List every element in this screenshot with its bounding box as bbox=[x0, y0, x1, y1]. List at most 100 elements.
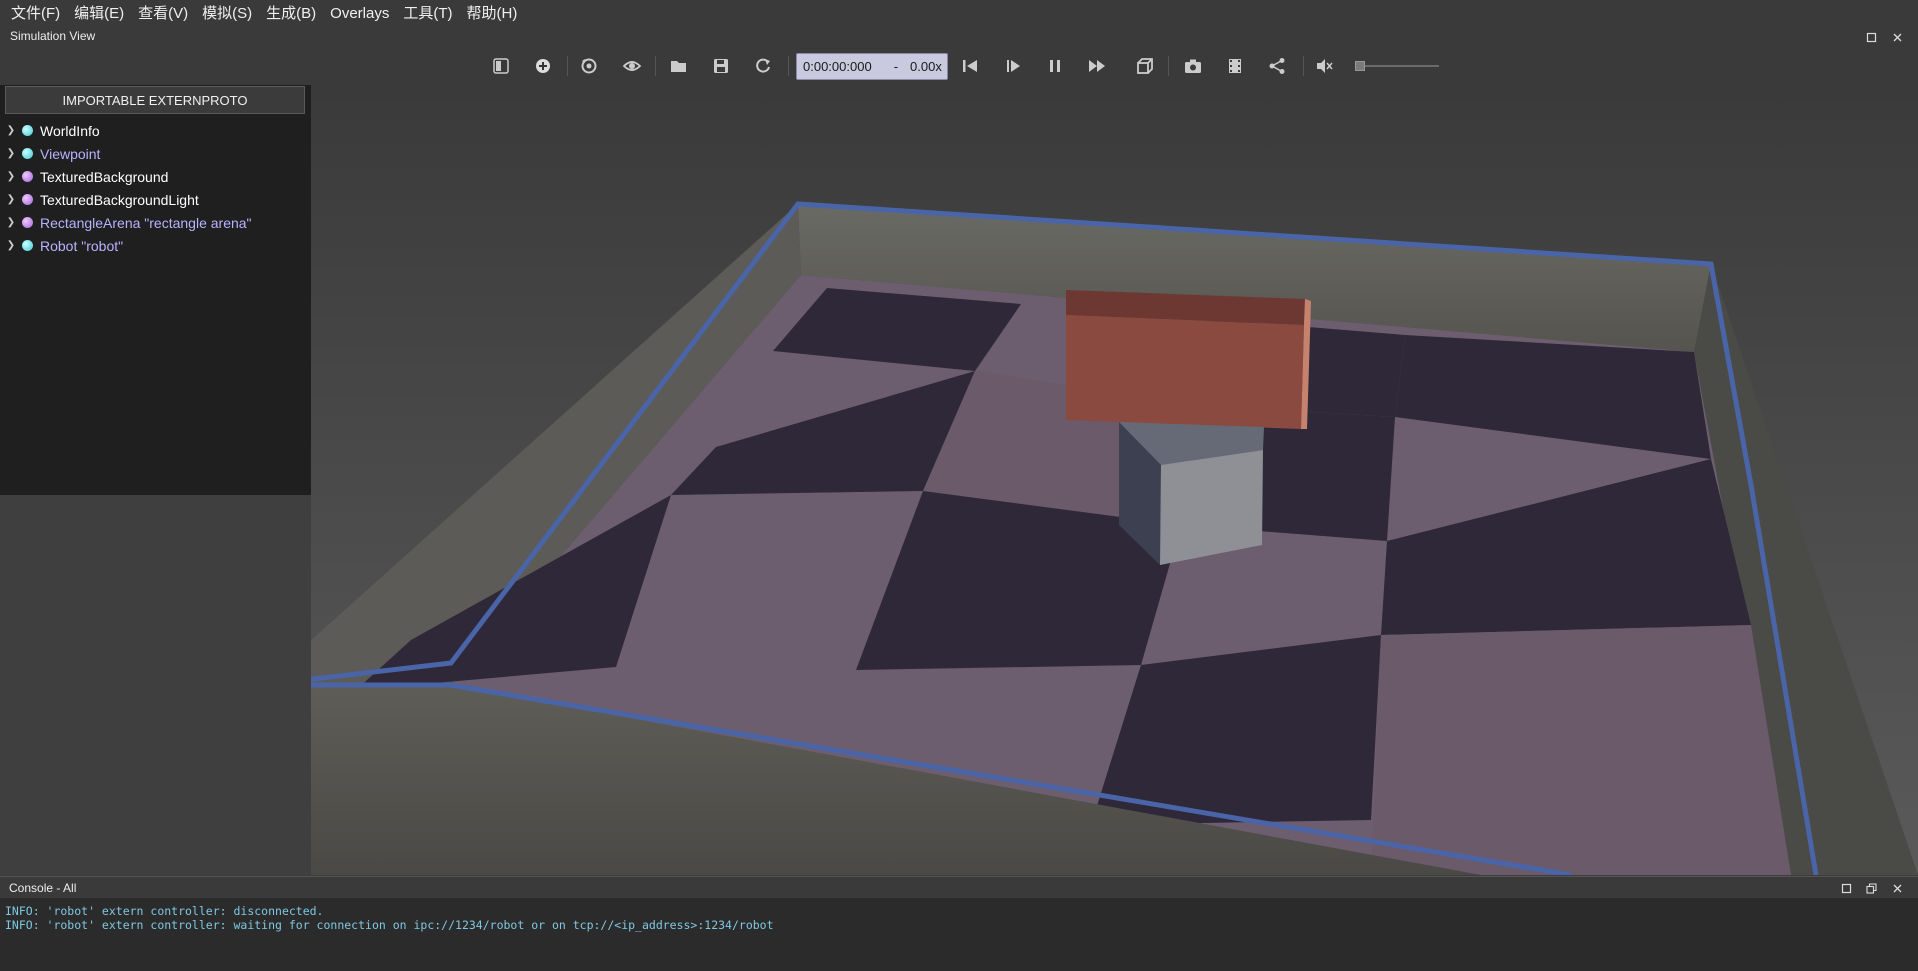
reload-world-button[interactable] bbox=[748, 52, 778, 80]
scene-tree-panel: IMPORTABLE EXTERNPROTO ❯ WorldInfo ❯ Vie… bbox=[0, 85, 311, 495]
toolbar: 0:00:00:000 - 0.00x bbox=[0, 47, 1918, 85]
simulation-view-title: Simulation View bbox=[10, 29, 96, 43]
tree-node-label: RectangleArena "rectangle arena" bbox=[40, 214, 252, 231]
expand-arrow-icon[interactable]: ❯ bbox=[0, 194, 22, 205]
empty-panel-area bbox=[0, 495, 311, 875]
close-icon bbox=[1893, 884, 1901, 892]
console-output[interactable]: INFO: 'robot' extern controller: disconn… bbox=[0, 898, 1918, 971]
cube-view-icon bbox=[1137, 58, 1153, 74]
tree-node-label: WorldInfo bbox=[40, 122, 100, 139]
console-maximize-button[interactable] bbox=[1835, 878, 1857, 898]
tree-node-robot[interactable]: ❯ Robot "robot" bbox=[0, 234, 311, 257]
open-folder-icon bbox=[671, 61, 686, 72]
scene-tree: ❯ WorldInfo ❯ Viewpoint ❯ TexturedBackgr… bbox=[0, 119, 311, 257]
console-float-button[interactable] bbox=[1860, 878, 1882, 898]
console-close-button[interactable] bbox=[1886, 878, 1908, 898]
add-node-icon bbox=[536, 59, 550, 73]
menu-view[interactable]: 查看(V) bbox=[131, 0, 195, 27]
tree-node-rectanglearena[interactable]: ❯ RectangleArena "rectangle arena" bbox=[0, 211, 311, 234]
play-step-icon bbox=[1007, 60, 1020, 72]
pause-button[interactable] bbox=[1040, 52, 1070, 80]
simulation-speed: 0.00x bbox=[910, 59, 942, 74]
reset-view-icon bbox=[581, 58, 597, 74]
pause-icon bbox=[1050, 60, 1060, 72]
console-titlebar: Console - All bbox=[0, 876, 1918, 898]
3d-scene[interactable] bbox=[311, 85, 1918, 875]
expand-arrow-icon[interactable]: ❯ bbox=[0, 240, 22, 251]
eye-icon bbox=[622, 61, 642, 71]
toolbar-separator bbox=[1303, 56, 1304, 76]
console-line: INFO: 'robot' extern controller: waiting… bbox=[5, 918, 774, 932]
reset-view-button[interactable] bbox=[574, 52, 604, 80]
maximize-icon bbox=[1866, 32, 1876, 42]
tree-node-viewpoint[interactable]: ❯ Viewpoint bbox=[0, 142, 311, 165]
console-line: INFO: 'robot' extern controller: disconn… bbox=[5, 904, 324, 918]
importable-externproto-button[interactable]: IMPORTABLE EXTERNPROTO bbox=[5, 86, 305, 114]
volume-slider-track bbox=[1361, 65, 1439, 67]
maximize-button[interactable] bbox=[1860, 27, 1882, 47]
close-button[interactable] bbox=[1886, 27, 1908, 47]
save-world-button[interactable] bbox=[706, 52, 736, 80]
menu-simulation[interactable]: 模拟(S) bbox=[195, 0, 259, 27]
menu-help[interactable]: 帮助(H) bbox=[460, 0, 525, 27]
view-mode-button[interactable] bbox=[1130, 52, 1160, 80]
toolbar-separator bbox=[655, 56, 656, 76]
view-button[interactable] bbox=[617, 52, 647, 80]
menu-build[interactable]: 生成(B) bbox=[259, 0, 323, 27]
fast-forward-icon bbox=[1089, 60, 1105, 72]
volume-slider[interactable] bbox=[1355, 61, 1439, 71]
mute-icon bbox=[1317, 59, 1333, 73]
open-world-button[interactable] bbox=[664, 52, 694, 80]
volume-slider-handle[interactable] bbox=[1355, 61, 1365, 71]
maximize-icon bbox=[1841, 883, 1851, 893]
menu-edit[interactable]: 编辑(E) bbox=[67, 0, 131, 27]
add-node-button[interactable] bbox=[528, 52, 558, 80]
node-dot-icon bbox=[22, 194, 33, 205]
console-title: Console - All bbox=[9, 881, 77, 895]
tree-node-label: TexturedBackgroundLight bbox=[40, 191, 199, 208]
tree-node-texturedbackgroundlight[interactable]: ❯ TexturedBackgroundLight bbox=[0, 188, 311, 211]
node-dot-icon bbox=[22, 171, 33, 182]
share-icon bbox=[1269, 58, 1285, 74]
toolbar-separator bbox=[788, 56, 789, 76]
reload-icon bbox=[756, 58, 770, 73]
node-dot-icon bbox=[22, 217, 33, 228]
tree-node-worldinfo[interactable]: ❯ WorldInfo bbox=[0, 119, 311, 142]
float-window-icon bbox=[1865, 882, 1877, 894]
3d-viewport[interactable] bbox=[311, 85, 1918, 875]
toolbar-separator bbox=[1168, 56, 1169, 76]
screenshot-button[interactable] bbox=[1178, 52, 1208, 80]
node-dot-icon bbox=[22, 240, 33, 251]
tree-node-label: TexturedBackground bbox=[40, 168, 169, 185]
movie-icon bbox=[1229, 59, 1241, 73]
fast-forward-button[interactable] bbox=[1082, 52, 1112, 80]
step-button[interactable] bbox=[998, 52, 1028, 80]
close-icon bbox=[1893, 33, 1901, 41]
expand-arrow-icon[interactable]: ❯ bbox=[0, 125, 22, 136]
toggle-scene-tree-button[interactable] bbox=[486, 52, 516, 80]
save-icon bbox=[714, 59, 728, 73]
expand-arrow-icon[interactable]: ❯ bbox=[0, 171, 22, 182]
share-button[interactable] bbox=[1262, 52, 1292, 80]
toolbar-separator bbox=[567, 56, 568, 76]
menu-file[interactable]: 文件(F) bbox=[4, 0, 67, 27]
camera-icon bbox=[1185, 59, 1201, 73]
expand-arrow-icon[interactable]: ❯ bbox=[0, 217, 22, 228]
simulation-time-display: 0:00:00:000 - 0.00x bbox=[796, 53, 948, 80]
orange-box[interactable] bbox=[1066, 290, 1311, 429]
tree-node-label: Viewpoint bbox=[40, 145, 101, 162]
menu-tools[interactable]: 工具(T) bbox=[396, 0, 459, 27]
tree-node-texturedbackground[interactable]: ❯ TexturedBackground bbox=[0, 165, 311, 188]
simulation-time: 0:00:00:000 bbox=[803, 59, 872, 74]
menu-overlays[interactable]: Overlays bbox=[323, 0, 396, 27]
expand-arrow-icon[interactable]: ❯ bbox=[0, 148, 22, 159]
record-movie-button[interactable] bbox=[1220, 52, 1250, 80]
reset-simulation-button[interactable] bbox=[955, 52, 985, 80]
tree-node-label: Robot "robot" bbox=[40, 237, 124, 254]
step-back-icon bbox=[963, 60, 977, 72]
menu-bar: 文件(F) 编辑(E) 查看(V) 模拟(S) 生成(B) Overlays 工… bbox=[0, 0, 1918, 27]
mute-button[interactable] bbox=[1309, 52, 1339, 80]
toggle-scene-tree-icon bbox=[493, 58, 509, 74]
node-dot-icon bbox=[22, 148, 33, 159]
robot-cube[interactable] bbox=[1119, 422, 1264, 565]
